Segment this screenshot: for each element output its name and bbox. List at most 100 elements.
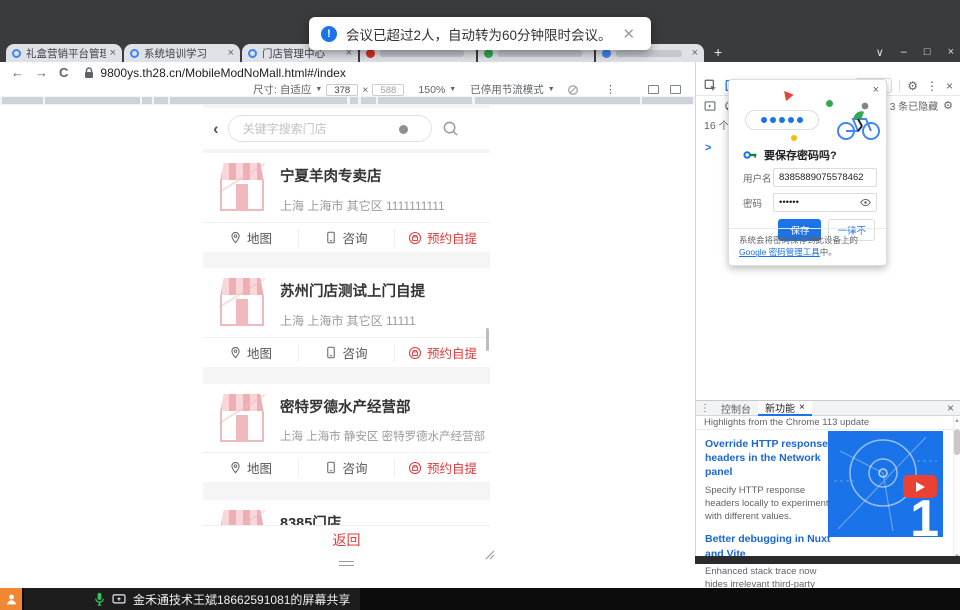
device-height-input[interactable]: 588 bbox=[372, 84, 404, 96]
window-controls: ∨ – □ × bbox=[876, 46, 954, 59]
password-manager-link[interactable]: Google 密码管理工具 bbox=[739, 247, 820, 257]
reload-button[interactable]: C bbox=[59, 65, 68, 80]
tab-label: 礼盒营销平台管理中心 bbox=[26, 46, 106, 61]
address-bar[interactable]: 9800ys.th28.cn/MobileModNoMall.html#/ind… bbox=[100, 66, 345, 80]
tab-label: 系统培训学习 bbox=[144, 46, 224, 61]
console-settings-icon[interactable]: ⚙ bbox=[943, 99, 953, 112]
drawer-tab-bar: ⋮ 控制台 新功能 × × bbox=[696, 401, 960, 416]
devtools-drawer: ⋮ 控制台 新功能 × × Highlights from the Chrome… bbox=[696, 400, 960, 560]
store-search-header: ‹ 关键字搜索门店 bbox=[203, 108, 490, 149]
maximize-button[interactable]: □ bbox=[924, 46, 931, 59]
pickup-icon bbox=[408, 231, 422, 245]
map-button[interactable]: 地图 bbox=[203, 344, 298, 362]
new-tab-button[interactable]: + bbox=[714, 44, 722, 60]
media-query-ruler bbox=[0, 96, 695, 105]
resize-handle-corner[interactable] bbox=[485, 550, 495, 560]
password-illustration bbox=[729, 88, 888, 144]
store-name: 苏州门店测试上门自提 bbox=[280, 280, 425, 301]
forward-button[interactable]: → bbox=[35, 65, 48, 80]
store-address: 上海 上海市 其它区 1111111111 bbox=[280, 197, 445, 214]
console-prompt[interactable]: > bbox=[705, 142, 711, 154]
screen-share-icon bbox=[112, 594, 126, 605]
drawer-close-icon[interactable]: × bbox=[947, 401, 954, 415]
resize-handle-bottom[interactable] bbox=[339, 561, 354, 566]
devtools-menu-icon[interactable]: ⋮ bbox=[926, 79, 938, 93]
store-card[interactable]: 宁夏羊肉专卖店 上海 上海市 其它区 1111111111 地图 咨询 预约自提 bbox=[203, 153, 490, 252]
tab-close-icon[interactable]: × bbox=[692, 47, 698, 59]
password-field[interactable]: •••••• bbox=[773, 193, 877, 212]
cursor-dot bbox=[399, 125, 408, 134]
search-input[interactable]: 关键字搜索门店 bbox=[228, 115, 432, 142]
viewport-scrollbar[interactable] bbox=[486, 328, 489, 351]
back-chevron-icon[interactable]: ‹ bbox=[213, 119, 219, 139]
device-width-input[interactable]: 378 bbox=[326, 84, 358, 96]
drawer-scrollbar[interactable]: ▲ ▼ bbox=[953, 417, 960, 561]
tab-training[interactable]: 系统培训学习 × bbox=[124, 44, 240, 62]
store-card[interactable]: 苏州门店测试上门自提 上海 上海市 其它区 11111 地图 咨询 预约自提 bbox=[203, 268, 490, 367]
lock-icon bbox=[84, 67, 94, 79]
consult-button[interactable]: 咨询 bbox=[298, 344, 394, 362]
meeting-app-icon[interactable] bbox=[0, 588, 22, 610]
consult-button[interactable]: 咨询 bbox=[298, 459, 394, 477]
store-card[interactable]: 密特罗德水产经营部 上海 上海市 静安区 密特罗德水产经营部 地图 咨询 预约自… bbox=[203, 384, 490, 482]
tab-close-icon[interactable]: × bbox=[228, 47, 234, 59]
phone-icon bbox=[325, 346, 337, 359]
return-button[interactable]: 返回 bbox=[203, 525, 490, 553]
map-button[interactable]: 地图 bbox=[203, 229, 298, 247]
storefront-icon bbox=[213, 278, 271, 328]
tab-gift-platform[interactable]: 礼盒营销平台管理中心 × bbox=[6, 44, 122, 62]
map-pin-icon bbox=[229, 461, 242, 474]
username-field[interactable]: 8385889075578462 bbox=[773, 168, 877, 187]
save-password-dialog: × 要保存密码吗? 用户名 8385889075578462 密码 bbox=[728, 79, 887, 266]
inspect-element-icon[interactable] bbox=[704, 79, 717, 92]
username-label: 用户名 bbox=[743, 171, 773, 185]
chrome-update-banner: 1 bbox=[828, 431, 943, 537]
username-row: 用户名 8385889075578462 bbox=[743, 168, 877, 187]
tab-close-icon[interactable]: × bbox=[110, 47, 116, 59]
article-link[interactable]: Override HTTP response headers in the Ne… bbox=[705, 437, 833, 480]
pickup-icon bbox=[408, 346, 422, 360]
drawer-menu-icon[interactable]: ⋮ bbox=[700, 403, 710, 414]
hidden-messages-label: 3 条已隐藏 bbox=[890, 98, 938, 113]
dock-icon[interactable] bbox=[648, 85, 659, 94]
pickup-button[interactable]: 预约自提 bbox=[394, 459, 490, 477]
pickup-button[interactable]: 预约自提 bbox=[394, 229, 490, 247]
devtools-settings-icon[interactable]: ⚙ bbox=[907, 79, 918, 93]
tab-console[interactable]: 控制台 bbox=[714, 401, 758, 416]
device-toolbar-menu-icon[interactable]: ⋮ bbox=[605, 83, 616, 96]
devtools-close-icon[interactable]: × bbox=[946, 79, 953, 93]
rotate-disabled-icon bbox=[567, 84, 579, 96]
notification-close-icon[interactable]: ✕ bbox=[623, 25, 636, 43]
device-size-select[interactable]: 尺寸: 自适应 bbox=[253, 82, 311, 97]
password-label: 密码 bbox=[743, 196, 773, 210]
search-icon[interactable] bbox=[442, 120, 459, 137]
password-row: 密码 •••••• bbox=[743, 193, 877, 212]
pickup-icon bbox=[408, 461, 422, 475]
drawer-bottom-strip bbox=[695, 556, 960, 564]
highlights-header: Highlights from the Chrome 113 update bbox=[696, 416, 960, 430]
dock-side-icon[interactable] bbox=[670, 85, 681, 94]
google-key-icon bbox=[743, 149, 758, 161]
tab-search-icon[interactable]: ∨ bbox=[876, 46, 884, 59]
screen-share-text: 金禾通技术王斌18662591081的屏幕共享 bbox=[133, 591, 350, 608]
tab-close-icon[interactable]: × bbox=[799, 402, 805, 413]
tab-favicon bbox=[248, 49, 257, 58]
map-pin-icon bbox=[229, 231, 242, 244]
banner-number: 1 bbox=[910, 489, 939, 537]
minimize-button[interactable]: – bbox=[901, 46, 907, 59]
map-pin-icon bbox=[229, 346, 242, 359]
tab-favicon bbox=[130, 49, 139, 58]
show-password-eye-icon[interactable] bbox=[860, 198, 871, 207]
consult-button[interactable]: 咨询 bbox=[298, 229, 394, 247]
console-sidebar-icon[interactable] bbox=[704, 100, 716, 112]
device-zoom-select[interactable]: 150% bbox=[418, 84, 445, 96]
throttle-select[interactable]: 已停用节流模式 bbox=[470, 82, 544, 97]
close-window-button[interactable]: × bbox=[948, 46, 954, 59]
search-placeholder: 关键字搜索门店 bbox=[243, 120, 327, 137]
back-button[interactable]: ← bbox=[11, 65, 24, 80]
map-button[interactable]: 地图 bbox=[203, 459, 298, 477]
storefront-icon bbox=[213, 394, 271, 444]
phone-icon bbox=[325, 231, 337, 244]
pickup-button[interactable]: 预约自提 bbox=[394, 344, 490, 362]
tab-whats-new[interactable]: 新功能 × bbox=[758, 401, 812, 416]
